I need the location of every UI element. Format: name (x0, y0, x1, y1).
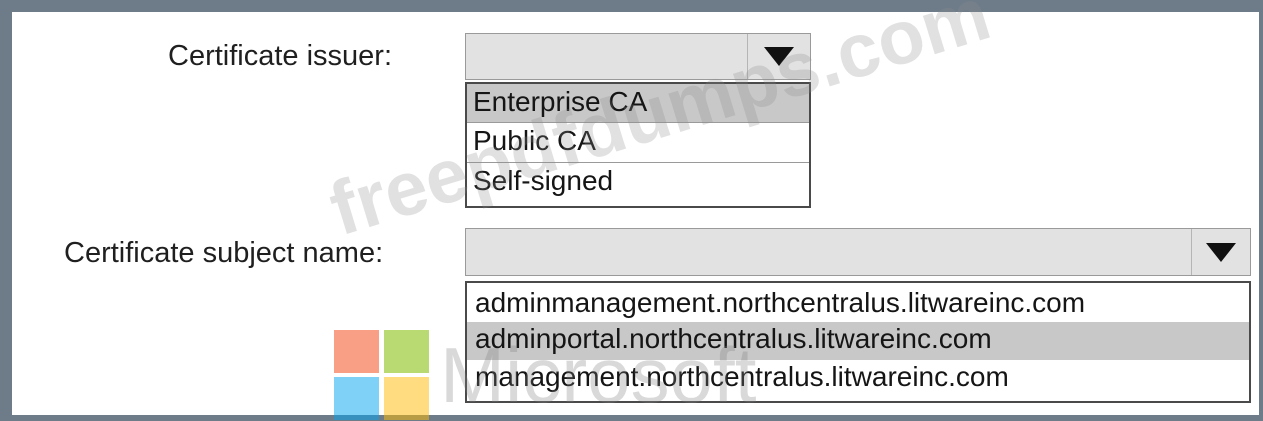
certificate-subject-dropdown-button[interactable] (1191, 229, 1250, 275)
chevron-down-icon (764, 47, 794, 66)
issuer-option-public-ca[interactable]: Public CA (467, 122, 809, 162)
issuer-option-self-signed[interactable]: Self-signed (467, 162, 809, 202)
certificate-subject-name-select[interactable] (465, 228, 1251, 276)
certificate-issuer-select[interactable] (465, 33, 811, 80)
certificate-issuer-options-list: Enterprise CA Public CA Self-signed (465, 82, 811, 208)
chevron-down-icon (1206, 242, 1236, 262)
certificate-issuer-dropdown-button[interactable] (747, 34, 810, 79)
subject-option-management[interactable]: management.northcentralus.litwareinc.com (467, 360, 1249, 396)
certificate-subject-name-label: Certificate subject name: (64, 237, 384, 269)
certificate-issuer-label: Certificate issuer: (168, 40, 393, 72)
certificate-subject-options-list: adminmanagement.northcentralus.litwarein… (465, 281, 1251, 403)
microsoft-logo (334, 330, 430, 421)
issuer-option-enterprise-ca[interactable]: Enterprise CA (467, 84, 809, 122)
subject-option-adminportal[interactable]: adminportal.northcentralus.litwareinc.co… (467, 322, 1249, 360)
subject-option-adminmanagement[interactable]: adminmanagement.northcentralus.litwarein… (467, 286, 1249, 322)
